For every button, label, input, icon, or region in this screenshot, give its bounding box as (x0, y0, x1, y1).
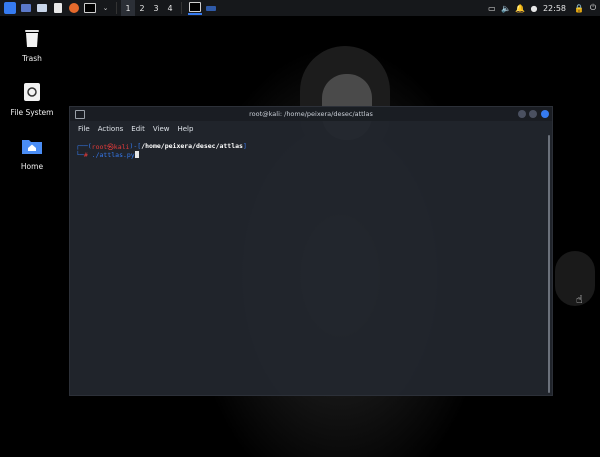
text-cursor (134, 151, 139, 158)
prompt-line-2: └─ # ./attlas.py (76, 150, 552, 159)
hand-pointer-icon: ☝ (576, 293, 583, 306)
system-tray: ▭ 🔈 🔔 ● 22:58 🔒 ⏻ (485, 0, 600, 16)
menu-file[interactable]: File (78, 125, 90, 133)
window-icon (206, 5, 216, 11)
wallpaper-dragon (555, 251, 595, 306)
drive-icon (21, 80, 43, 104)
workspace-4[interactable]: 4 (163, 0, 177, 16)
kali-logo-icon (4, 2, 16, 14)
power-icon[interactable]: ⏻ (586, 0, 600, 16)
maximize-button[interactable] (529, 110, 537, 118)
lock-icon[interactable]: 🔒 (572, 0, 586, 16)
notifications-icon[interactable]: 🔔 (513, 0, 527, 16)
applications-menu-button[interactable] (3, 2, 16, 15)
terminal-content[interactable]: ┌──(root㉿kali)-[/home/peixera/desec/attl… (70, 135, 552, 159)
text-editor-launcher[interactable] (51, 2, 64, 15)
prompt-user-host: root㉿kali (91, 142, 130, 151)
panel-separator (181, 2, 182, 14)
menu-view[interactable]: View (153, 125, 170, 133)
volume-icon[interactable]: 🔈 (499, 0, 513, 16)
terminal-icon (83, 3, 96, 13)
file-manager-launcher[interactable] (35, 2, 48, 15)
text-editor-icon (53, 3, 62, 13)
menu-help[interactable]: Help (177, 125, 193, 133)
trash-icon (21, 26, 43, 50)
taskbar-window[interactable] (204, 1, 218, 15)
terminal-window[interactable]: root@kali: /home/peixera/desec/attlas Fi… (69, 106, 553, 396)
desktop-icon-label: Home (20, 162, 44, 171)
terminal-icon (189, 2, 201, 12)
desktop-icon-label: Trash (22, 54, 42, 63)
menu-edit[interactable]: Edit (131, 125, 145, 133)
minimize-button[interactable] (518, 110, 526, 118)
launcher-dropdown[interactable]: ⌄ (99, 2, 112, 15)
workspace-2[interactable]: 2 (135, 0, 149, 16)
top-panel: ⌄ 1 2 3 4 ▭ 🔈 🔔 ● 22:58 🔒 ⏻ (0, 0, 600, 16)
desktop-icon-trash[interactable]: Trash (2, 26, 62, 63)
clock[interactable]: 22:58 (543, 4, 566, 13)
desktop-icon-label: File System (10, 108, 54, 117)
firefox-icon (68, 3, 79, 13)
menu-actions[interactable]: Actions (98, 125, 124, 133)
close-button[interactable] (541, 110, 549, 118)
window-titlebar[interactable]: root@kali: /home/peixera/desec/attlas (70, 107, 552, 121)
menu-bar: File Actions Edit View Help (70, 122, 552, 135)
panel-separator (116, 2, 117, 14)
display-icon[interactable]: ▭ (485, 0, 499, 16)
firefox-launcher[interactable] (67, 2, 80, 15)
window-title: root@kali: /home/peixera/desec/attlas (249, 110, 373, 118)
typed-command: ./attlas.py (91, 150, 135, 159)
desktop-icon-home[interactable]: Home (2, 134, 62, 171)
home-folder-icon (21, 134, 43, 158)
desktop-icon-file-system[interactable]: File System (2, 80, 62, 117)
show-desktop-button[interactable] (19, 2, 32, 15)
terminal-launcher[interactable] (83, 2, 96, 15)
prompt-line-1: ┌──(root㉿kali)-[/home/peixera/desec/attl… (76, 141, 247, 151)
power-manager-icon[interactable]: ● (527, 0, 541, 16)
scrollbar[interactable] (548, 135, 550, 393)
prompt-cwd: /home/peixera/desec/attlas (141, 141, 243, 150)
folder-icon (36, 4, 47, 12)
taskbar-terminal[interactable] (188, 1, 202, 15)
workspace-3[interactable]: 3 (149, 0, 163, 16)
desktop-icon (20, 4, 31, 12)
workspace-1[interactable]: 1 (121, 0, 135, 16)
chevron-down-icon: ⌄ (102, 4, 109, 12)
